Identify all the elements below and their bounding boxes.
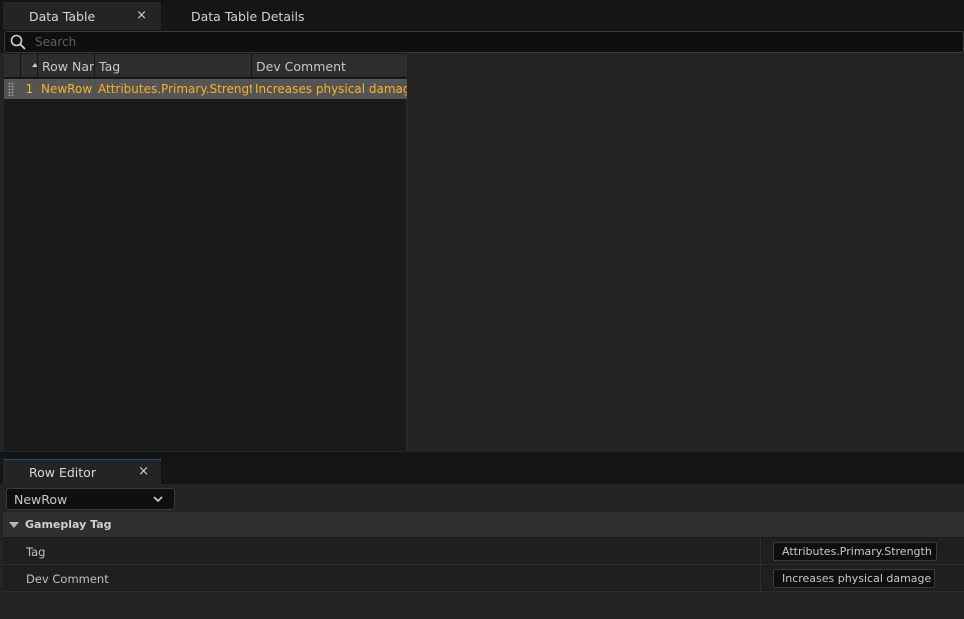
row-editor-tab-bar: Row Editor × bbox=[0, 452, 964, 484]
search-bar bbox=[4, 31, 964, 53]
column-header-tag[interactable]: Tag bbox=[95, 54, 252, 78]
search-icon bbox=[10, 34, 26, 50]
close-icon[interactable]: × bbox=[138, 464, 149, 479]
search-input[interactable] bbox=[35, 35, 935, 49]
row-editor-panel: NewRow Gameplay Tag Tag Attributes.Prima… bbox=[0, 484, 964, 619]
property-name-dev-comment: Dev Comment bbox=[26, 571, 109, 586]
close-icon[interactable]: × bbox=[136, 8, 147, 23]
table-header: Row Name Tag Dev Comment bbox=[4, 54, 407, 78]
tab-data-table-label: Data Table bbox=[29, 8, 96, 24]
header-drag-column bbox=[4, 54, 21, 78]
column-header-row-name[interactable]: Row Name bbox=[38, 54, 95, 78]
triangle-down-icon bbox=[9, 521, 19, 528]
row-name-dropdown-value: NewRow bbox=[14, 491, 68, 507]
tab-details-label: Data Table Details bbox=[191, 8, 305, 24]
property-name-tag: Tag bbox=[26, 544, 46, 559]
row-index: 1 bbox=[25, 82, 34, 96]
data-table-grid: Row Name Tag Dev Comment 1 NewRow Attrib… bbox=[4, 53, 407, 451]
tab-row-editor[interactable]: Row Editor × bbox=[3, 459, 161, 484]
category-gameplay-tag[interactable]: Gameplay Tag bbox=[3, 512, 964, 538]
property-divider[interactable] bbox=[760, 538, 761, 565]
property-row-tag: Tag Attributes.Primary.Strength bbox=[3, 538, 964, 565]
dev-comment-cell: Increases physical damage bbox=[255, 82, 407, 96]
table-row[interactable]: 1 NewRow Attributes.Primary.Strength Inc… bbox=[4, 79, 407, 99]
tag-value-field[interactable]: Attributes.Primary.Strength bbox=[773, 542, 937, 561]
property-divider[interactable] bbox=[760, 565, 761, 592]
category-label: Gameplay Tag bbox=[25, 518, 112, 531]
table-area: Row Name Tag Dev Comment 1 NewRow Attrib… bbox=[0, 53, 964, 452]
row-name-cell: NewRow bbox=[41, 82, 93, 96]
chevron-down-icon bbox=[153, 496, 163, 503]
tab-row-editor-label: Row Editor bbox=[29, 464, 96, 480]
data-table-editor: Data Table × Data Table Details Row Name… bbox=[0, 0, 964, 619]
property-row-dev-comment: Dev Comment Increases physical damage bbox=[3, 565, 964, 592]
tab-data-table[interactable]: Data Table × bbox=[3, 2, 161, 30]
column-header-dev-comment[interactable]: Dev Comment bbox=[252, 54, 407, 78]
row-name-dropdown[interactable]: NewRow bbox=[6, 488, 175, 510]
tab-data-table-details[interactable]: Data Table Details bbox=[191, 2, 331, 30]
dev-comment-value-field[interactable]: Increases physical damage bbox=[773, 569, 935, 588]
tag-cell: Attributes.Primary.Strength bbox=[98, 82, 252, 96]
top-tab-bar: Data Table × Data Table Details bbox=[0, 0, 964, 30]
header-index-column[interactable] bbox=[21, 54, 38, 78]
drag-handle-icon[interactable] bbox=[8, 82, 14, 96]
